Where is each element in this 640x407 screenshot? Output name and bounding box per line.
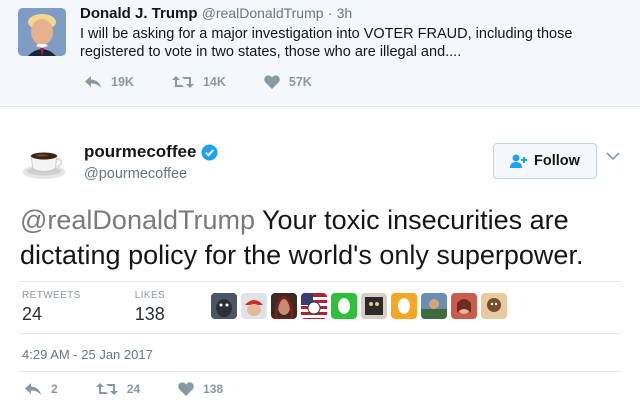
author-name[interactable]: pourmecoffee <box>84 142 196 162</box>
liker-avatar[interactable] <box>271 293 297 319</box>
retweets-value: 24 <box>22 304 43 324</box>
liker-avatar[interactable] <box>391 293 417 319</box>
avatar[interactable] <box>20 138 68 186</box>
reply-icon <box>85 76 101 88</box>
divider <box>20 281 620 282</box>
divider <box>20 333 620 334</box>
tweet-text: @realDonaldTrump Your toxic insecurities… <box>20 203 632 273</box>
reply-icon <box>25 383 41 395</box>
author-name-row[interactable]: pourmecoffee <box>84 142 218 162</box>
follow-label: Follow <box>534 153 580 169</box>
retweet-icon <box>95 383 118 395</box>
retweet-button[interactable]: 24 <box>95 382 141 396</box>
liker-avatar[interactable] <box>331 293 357 319</box>
reply-count: 2 <box>51 382 58 396</box>
tweet-actions: 2 24 138 <box>24 382 261 396</box>
like-button[interactable]: 57K <box>264 75 312 89</box>
retweets-label: RETWEETS <box>22 290 81 301</box>
verified-badge-icon <box>201 144 218 160</box>
parent-tweet-text: I will be asking for a major investigati… <box>80 26 573 60</box>
author-name[interactable]: Donald J. Trump <box>80 5 198 22</box>
author-handle[interactable]: @realDonaldTrump <box>202 5 324 21</box>
liker-avatar[interactable] <box>481 293 507 319</box>
liker-avatar[interactable] <box>361 293 387 319</box>
likes-value: 138 <box>134 304 165 324</box>
liker-avatar[interactable] <box>211 293 237 319</box>
like-count: 138 <box>203 382 224 396</box>
retweet-count: 24 <box>126 382 141 396</box>
liker-avatar[interactable] <box>451 293 477 319</box>
like-button[interactable]: 138 <box>178 382 223 396</box>
heart-icon <box>178 382 194 396</box>
liker-avatar[interactable] <box>241 293 267 319</box>
likers-avatars <box>211 293 511 319</box>
author-handle[interactable]: @pourmecoffee <box>84 166 187 182</box>
reply-button[interactable]: 19K <box>84 75 134 89</box>
liker-avatar[interactable] <box>421 293 447 319</box>
retweet-icon <box>171 76 194 88</box>
parent-tweet-actions: 19K 14K 57K <box>84 75 350 89</box>
add-user-icon <box>510 154 528 168</box>
parent-tweet[interactable]: Donald J. Trump @realDonaldTrump · 3h I … <box>0 0 640 107</box>
liker-avatar[interactable] <box>301 293 327 319</box>
tweet-time[interactable]: 3h <box>337 5 353 21</box>
parent-tweet-header: Donald J. Trump @realDonaldTrump · 3h <box>80 5 352 22</box>
likes-stat[interactable]: LIKES 138 <box>135 290 165 325</box>
divider <box>20 371 620 372</box>
follow-button[interactable]: Follow <box>493 143 597 179</box>
mention-link[interactable]: @realDonaldTrump <box>20 205 255 235</box>
separator-dot: · <box>327 5 333 21</box>
heart-icon <box>264 75 280 89</box>
likes-label: LIKES <box>134 290 166 301</box>
reply-button[interactable]: 2 <box>24 382 58 396</box>
reply-count: 19K <box>111 75 134 89</box>
tweet-timestamp[interactable]: 4:29 AM - 25 Jan 2017 <box>22 347 153 362</box>
avatar[interactable] <box>18 8 66 56</box>
chevron-down-icon[interactable] <box>606 152 620 161</box>
retweet-button[interactable]: 14K <box>171 75 226 89</box>
retweets-stat[interactable]: RETWEETS 24 <box>22 290 81 325</box>
tweet-stats: RETWEETS 24 LIKES 138 <box>22 290 195 325</box>
retweet-count: 14K <box>202 75 226 89</box>
like-count: 57K <box>288 75 312 89</box>
